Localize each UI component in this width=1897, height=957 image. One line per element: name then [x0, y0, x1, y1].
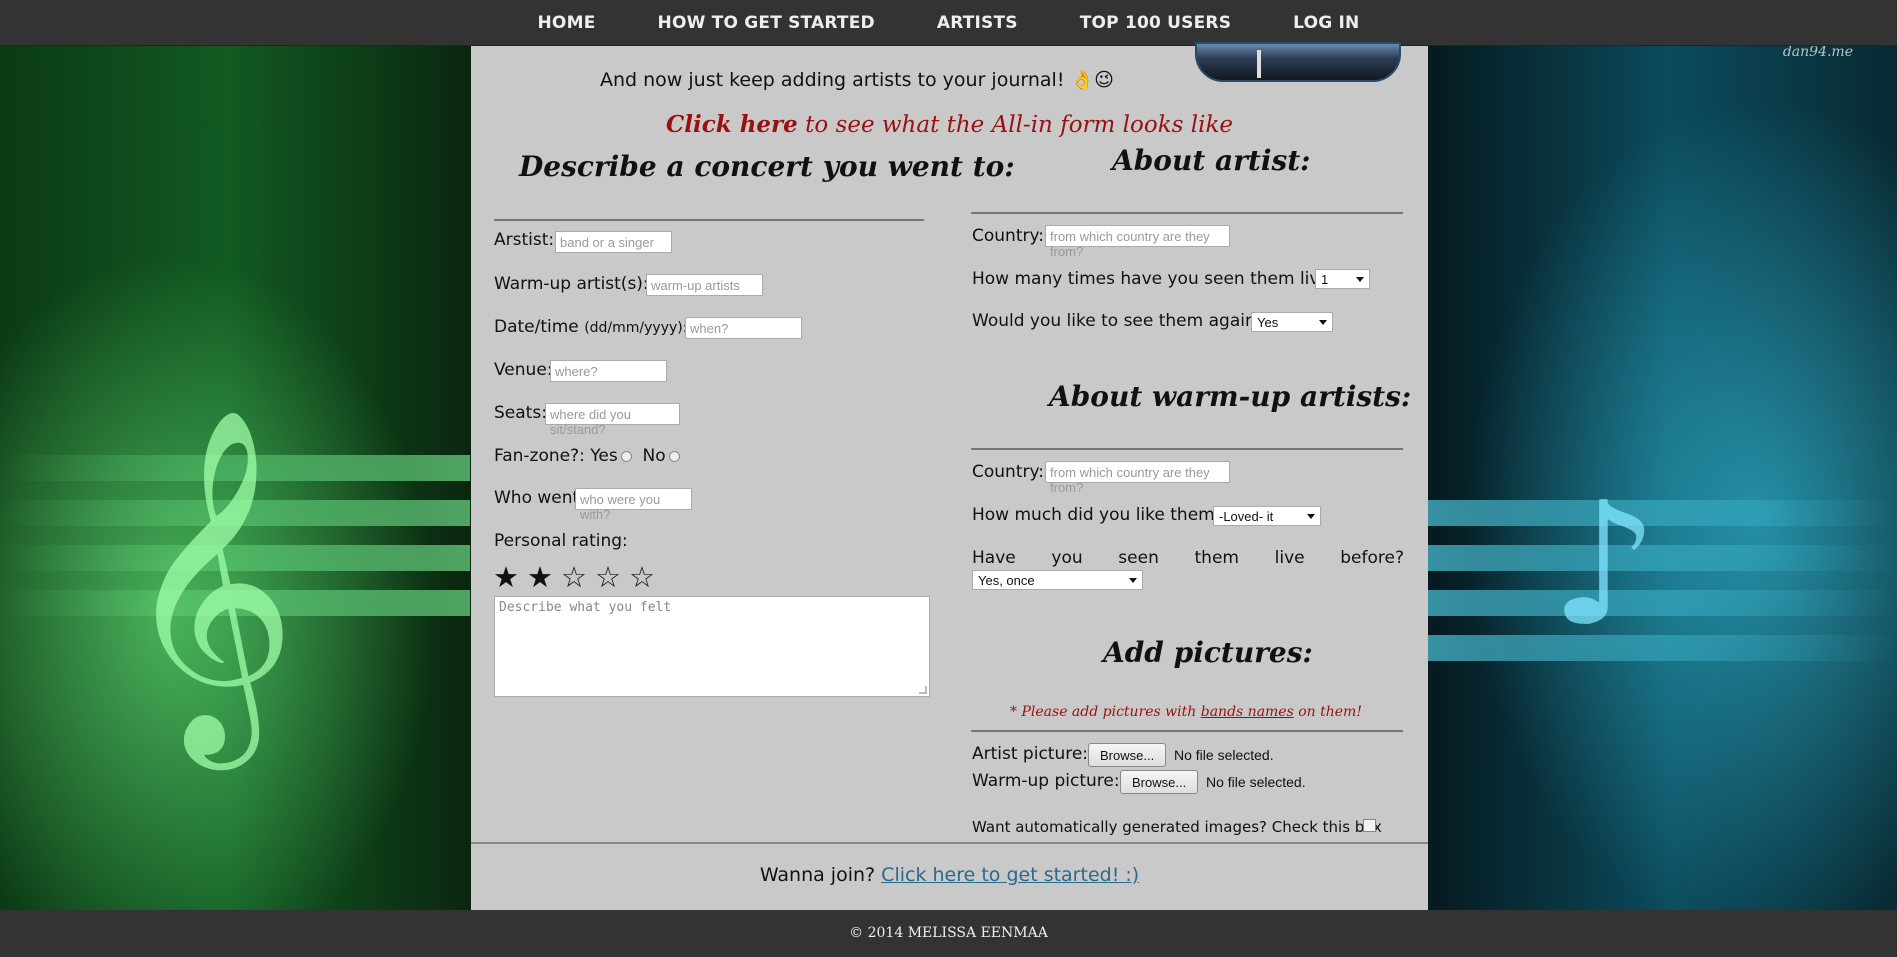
- footer: © 2014 MELISSA EENMAA: [0, 910, 1897, 957]
- star-empty-icon[interactable]: ☆: [595, 562, 629, 594]
- watermark: dan94.me: [1782, 44, 1853, 60]
- venue-input[interactable]: where?: [550, 360, 667, 382]
- see-again-select[interactable]: Yes: [1251, 312, 1333, 332]
- star-filled-icon[interactable]: ★: [527, 562, 561, 594]
- nav-home[interactable]: HOME: [507, 13, 627, 33]
- fanzone-yes-radio[interactable]: [620, 450, 632, 462]
- blue-staff-line: [1428, 635, 1897, 661]
- divider: [971, 212, 1403, 214]
- artist-label: Arstist:: [494, 230, 555, 250]
- venue-label: Venue:: [494, 360, 553, 380]
- warmup-picture-label: Warm-up picture:: [972, 771, 1120, 791]
- blue-staff-line: [1428, 545, 1897, 571]
- blue-staff-line: [1428, 590, 1897, 616]
- warmup-artist-input[interactable]: warm-up artists: [646, 274, 763, 296]
- concert-section-title: Describe a concert you went to:: [519, 150, 1015, 183]
- artist-picture-browse-button[interactable]: Browse...: [1088, 743, 1167, 767]
- who-went-input[interactable]: who were you with?: [575, 488, 692, 522]
- star-filled-icon[interactable]: ★: [493, 562, 527, 594]
- warning-text: * Please add pictures with: [1010, 704, 1201, 720]
- seen-word: them: [1194, 548, 1239, 568]
- divider: [494, 219, 924, 221]
- blue-staff-line: [1428, 500, 1897, 526]
- artist-input[interactable]: band or a singer: [555, 231, 672, 253]
- artist-picture-status: No file selected.: [1174, 747, 1274, 763]
- artist-country-label: Country:: [972, 226, 1045, 246]
- concert-header-image: [1195, 42, 1401, 82]
- seen-before-label: Have you seen them live before?: [972, 548, 1404, 568]
- date-label: Date/time (dd/mm/yyyy):: [494, 317, 687, 337]
- warmup-country-label: Country:: [972, 462, 1045, 482]
- warning-text: on them!: [1293, 704, 1362, 720]
- content-panel: And now just keep adding artists to your…: [471, 42, 1428, 910]
- warmup-picture-status: No file selected.: [1206, 774, 1306, 790]
- all-in-form-link-row: Click here to see what the All-in form l…: [471, 111, 1428, 138]
- pictures-warning: * Please add pictures with bands names o…: [971, 704, 1401, 720]
- bands-names-link[interactable]: bands names: [1201, 704, 1294, 720]
- fanzone-no-radio[interactable]: [668, 450, 680, 462]
- description-placeholder: Describe what you felt: [499, 600, 672, 615]
- date-label-text: Date/time: [494, 317, 579, 337]
- warmup-picture-browse-button[interactable]: Browse...: [1120, 770, 1199, 794]
- times-seen-select[interactable]: 1: [1315, 269, 1370, 289]
- rating-stars: ★★☆☆☆: [493, 560, 663, 595]
- seen-word: Have: [972, 548, 1016, 568]
- artist-country-input[interactable]: from which country are they from?: [1045, 225, 1230, 259]
- join-bar: Wanna join? Click here to get started! :…: [471, 842, 1428, 910]
- seats-input[interactable]: where did you sit/stand?: [545, 403, 680, 437]
- nav-log-in[interactable]: LOG IN: [1262, 13, 1390, 33]
- seats-label: Seats:: [494, 403, 547, 423]
- top-nav: HOME HOW TO GET STARTED ARTISTS TOP 100 …: [0, 0, 1897, 46]
- times-seen-label: How many times have you seen them live?: [972, 269, 1339, 289]
- warmup-country-input[interactable]: from which country are they from?: [1045, 461, 1230, 495]
- date-format-hint: (dd/mm/yyyy):: [584, 320, 688, 336]
- join-text: Wanna join?: [759, 864, 882, 886]
- fanzone-row: Fan-zone?: Yes No: [494, 446, 680, 466]
- divider: [971, 448, 1403, 450]
- treble-clef-icon: 𝄞: [120, 405, 298, 754]
- who-went-label: Who went:: [494, 488, 585, 508]
- nav-how-to-get-started[interactable]: HOW TO GET STARTED: [627, 13, 906, 33]
- add-pictures-title: Add pictures:: [1103, 636, 1313, 669]
- all-in-form-text: to see what the All-in form looks like: [797, 112, 1234, 138]
- rating-label: Personal rating:: [494, 531, 628, 551]
- fanzone-label: Fan-zone?: Yes: [494, 446, 618, 466]
- join-row: Wanna join? Click here to get started! :…: [471, 864, 1428, 886]
- divider: [971, 730, 1403, 732]
- liked-label: How much did you like them?: [972, 505, 1224, 525]
- about-warmup-title: About warm-up artists:: [1049, 380, 1412, 413]
- date-input[interactable]: when?: [685, 317, 802, 339]
- seen-word: before?: [1340, 548, 1404, 568]
- resize-grip-icon[interactable]: [919, 686, 927, 694]
- liked-select[interactable]: -Loved- it: [1213, 506, 1321, 526]
- get-started-link[interactable]: Click here to get started! :): [881, 864, 1139, 886]
- all-in-form-link[interactable]: Click here: [666, 111, 798, 138]
- seen-before-select[interactable]: Yes, once: [972, 570, 1143, 590]
- music-note-icon: ♪: [1550, 466, 1659, 664]
- star-empty-icon[interactable]: ☆: [561, 562, 595, 594]
- see-again-label: Would you like to see them again?: [972, 311, 1265, 331]
- auto-images-checkbox[interactable]: [1363, 819, 1376, 832]
- nav-artists[interactable]: ARTISTS: [906, 13, 1049, 33]
- about-artist-title: About artist:: [1112, 144, 1311, 177]
- description-textarea[interactable]: Describe what you felt: [494, 596, 930, 697]
- seen-word: seen: [1118, 548, 1159, 568]
- seen-word: you: [1051, 548, 1083, 568]
- nav-top-100-users[interactable]: TOP 100 USERS: [1049, 13, 1262, 33]
- auto-images-label: Want automatically generated images? Che…: [972, 818, 1382, 836]
- intro-text: And now just keep adding artists to your…: [600, 69, 1114, 91]
- seen-word: live: [1274, 548, 1305, 568]
- star-empty-icon[interactable]: ☆: [629, 562, 663, 594]
- fanzone-no-label: No: [642, 446, 666, 466]
- artist-picture-label: Artist picture:: [972, 744, 1089, 764]
- warmup-artist-label: Warm-up artist(s):: [494, 274, 649, 294]
